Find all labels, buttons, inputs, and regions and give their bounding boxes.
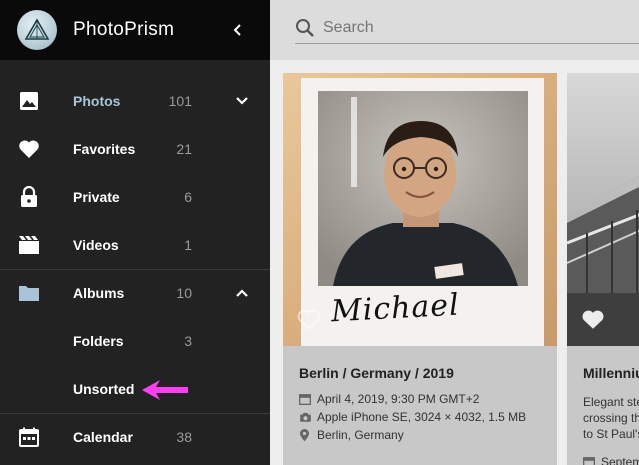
sidebar-item-label: Folders: [73, 333, 124, 349]
sidebar-item-label: Unsorted: [73, 381, 135, 397]
chevron-up-icon[interactable]: [232, 283, 252, 303]
sidebar-item-count: 38: [176, 429, 192, 445]
sidebar-item-albums[interactable]: Albums 10: [0, 269, 270, 317]
image-icon: [17, 89, 41, 113]
photo-thumbnail[interactable]: Michael: [283, 73, 557, 346]
photo-card[interactable]: Millenniu Elegant ste crossing th to St …: [567, 73, 639, 465]
search-icon: [296, 18, 314, 37]
card-camera-text: Apple iPhone SE, 3024 × 4032, 1.5 MB: [317, 410, 527, 424]
annotation-arrow-icon: [142, 380, 188, 400]
sidebar-item-count: 10: [176, 285, 192, 301]
sidebar-item-count: 101: [168, 93, 192, 109]
sidebar-subitem-unsorted[interactable]: Unsorted: [0, 365, 270, 413]
sidebar-item-private[interactable]: Private 6: [0, 173, 270, 221]
sidebar-item-count: 1: [184, 237, 192, 253]
sidebar-item-count: 21: [176, 141, 192, 157]
card-description-line: Elegant ste: [583, 395, 639, 409]
card-camera: Apple iPhone SE, 3024 × 4032, 1.5 MB: [299, 410, 526, 424]
card-location[interactable]: Berlin, Germany: [299, 428, 404, 442]
sidebar-item-label: Albums: [73, 285, 125, 301]
sidebar-header: PhotoPrism: [0, 0, 270, 60]
photoprism-logo-icon[interactable]: [17, 10, 57, 50]
sidebar-item-favorites[interactable]: Favorites 21: [0, 125, 270, 173]
heart-icon: [582, 310, 604, 329]
chevron-down-icon[interactable]: [232, 91, 252, 111]
chevron-left-icon: [233, 24, 241, 36]
video-icon: [17, 233, 41, 257]
sidebar-item-calendar[interactable]: Calendar 38: [0, 413, 270, 461]
card-description-line: to St Paul's: [583, 427, 639, 441]
card-location-text: Berlin, Germany: [317, 428, 404, 442]
folder-icon: [17, 281, 41, 305]
lock-icon: [17, 185, 41, 209]
calendar-icon: [583, 456, 596, 465]
sidebar-item-videos[interactable]: Videos 1: [0, 221, 270, 269]
sidebar-subitem-folders[interactable]: Folders 3: [0, 317, 270, 365]
location-pin-icon: [299, 428, 312, 442]
search-input[interactable]: [323, 18, 623, 37]
camera-icon: [299, 411, 312, 424]
card-title[interactable]: Berlin / Germany / 2019: [299, 365, 454, 381]
card-date: April 4, 2019, 9:30 PM GMT+2: [299, 392, 479, 406]
sidebar-item-count: 3: [184, 333, 192, 349]
card-title[interactable]: Millenniu: [583, 365, 639, 381]
card-date-text: Septem: [601, 455, 639, 465]
collapse-sidebar-button[interactable]: [226, 18, 250, 42]
sidebar-item-photos[interactable]: Photos 101: [0, 77, 270, 125]
sidebar-item-count: 6: [184, 189, 192, 205]
heart-outline-icon: [297, 309, 321, 330]
card-description-line: crossing th: [583, 411, 639, 425]
photo-grid: Michael Berlin / Germany / 2019 April 4,…: [270, 60, 639, 465]
photo-thumbnail[interactable]: [567, 73, 639, 346]
sidebar: PhotoPrism Photos 101 Favorites 21 Priva…: [0, 0, 270, 465]
favorite-button[interactable]: [581, 309, 605, 333]
card-date: Septem: [583, 455, 639, 465]
polaroid-signature: Michael: [330, 287, 461, 330]
search-bar[interactable]: [295, 12, 639, 44]
sidebar-item-label: Calendar: [73, 429, 133, 445]
sidebar-item-label: Videos: [73, 237, 119, 253]
top-bar: [270, 0, 639, 60]
sidebar-item-label: Favorites: [73, 141, 136, 157]
calendar-icon: [299, 393, 312, 406]
card-date-text: April 4, 2019, 9:30 PM GMT+2: [317, 392, 480, 406]
photo-card[interactable]: Michael Berlin / Germany / 2019 April 4,…: [283, 73, 557, 465]
calendar-icon: [17, 425, 41, 449]
sidebar-item-label: Private: [73, 189, 120, 205]
heart-icon: [17, 137, 41, 161]
app-title[interactable]: PhotoPrism: [73, 19, 226, 41]
favorite-button[interactable]: [297, 309, 321, 333]
sidebar-item-label: Photos: [73, 93, 121, 109]
